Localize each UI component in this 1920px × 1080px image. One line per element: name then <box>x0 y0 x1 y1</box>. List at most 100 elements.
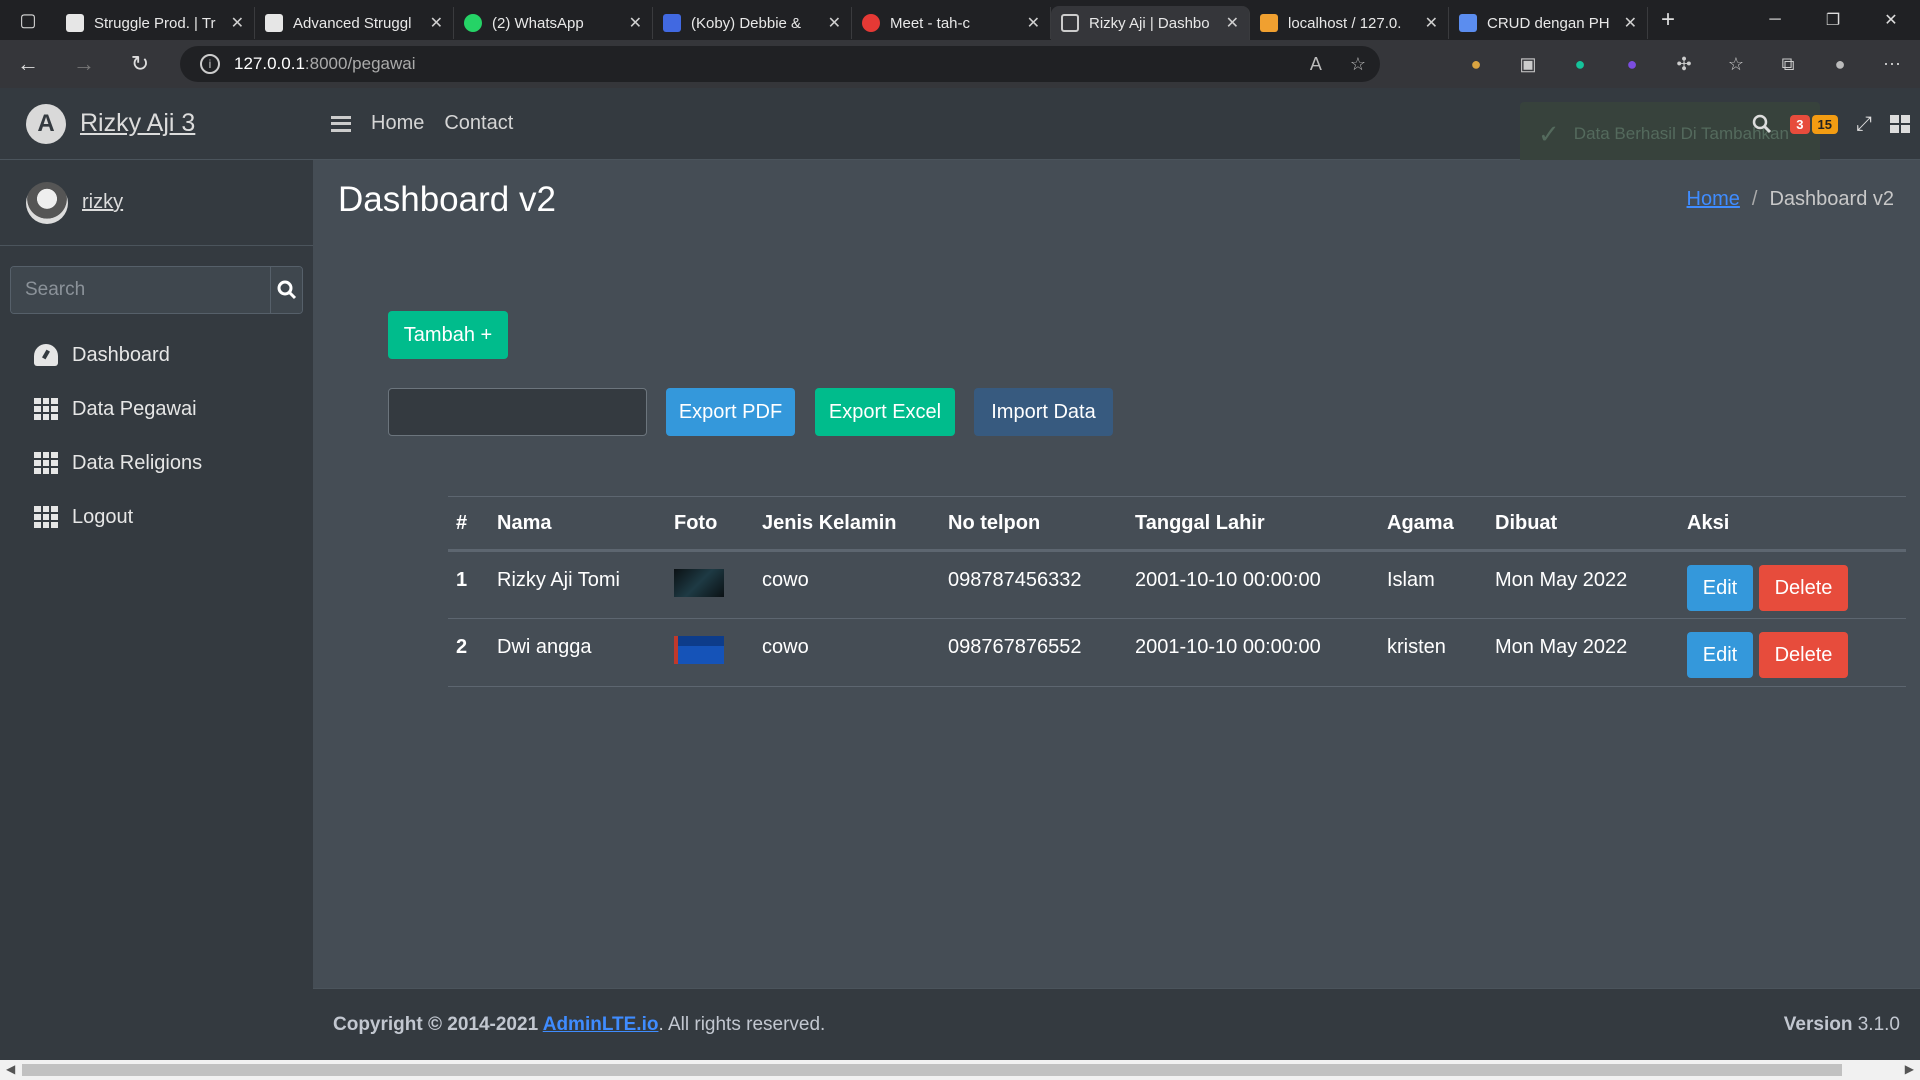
edit-button[interactable]: Edit <box>1687 632 1753 678</box>
close-icon[interactable]: ✕ <box>828 13 841 33</box>
browser-tab[interactable]: CRUD dengan PH ✕ <box>1449 7 1648 39</box>
employee-photo <box>674 636 724 664</box>
back-icon[interactable]: ← <box>0 51 56 77</box>
cell-dibuat: Mon May 2022 <box>1487 618 1679 687</box>
close-icon[interactable]: ✕ <box>629 13 642 33</box>
sidebar-item-data-pegawai[interactable]: Data Pegawai <box>0 382 313 436</box>
browser-tab[interactable]: localhost / 127.0. ✕ <box>1250 7 1449 39</box>
import-data-button[interactable]: Import Data <box>974 388 1113 436</box>
table-row: 2 Dwi angga cowo 098767876552 2001-10-10… <box>448 618 1906 687</box>
minimize-icon[interactable]: ─ <box>1746 0 1804 40</box>
import-file-input[interactable] <box>388 388 647 436</box>
column-header: Tanggal Lahir <box>1127 496 1379 552</box>
sidebar-search-input[interactable] <box>11 267 270 313</box>
browser-tab[interactable]: (2) WhatsApp ✕ <box>454 7 653 39</box>
export-excel-button[interactable]: Export Excel <box>815 388 955 436</box>
close-icon[interactable]: ✕ <box>1226 13 1239 33</box>
tab-favicon-icon <box>1260 14 1278 32</box>
horizontal-scrollbar[interactable]: ◀ ▶ <box>0 1060 1920 1080</box>
tab-title: (Koby) Debbie & <box>691 14 802 32</box>
url-path: :8000/pegawai <box>304 54 416 73</box>
browser-tab-active[interactable]: Rizky Aji | Dashbo ✕ <box>1051 6 1250 40</box>
browser-tab[interactable]: (Koby) Debbie & ✕ <box>653 7 852 39</box>
add-favorite-icon[interactable]: ☆ <box>1350 54 1366 75</box>
reload-icon[interactable]: ↻ <box>112 51 168 77</box>
restore-icon[interactable]: ❐ <box>1804 0 1862 40</box>
close-icon[interactable]: ✕ <box>430 13 443 33</box>
scroll-left-icon[interactable]: ◀ <box>6 1062 15 1076</box>
version-label: Version <box>1783 1013 1853 1035</box>
edit-button[interactable]: Edit <box>1687 565 1753 611</box>
collections-icon[interactable]: ⧉ <box>1774 50 1802 78</box>
close-icon[interactable]: ✕ <box>231 13 244 33</box>
cell-aksi: Edit Delete <box>1679 618 1906 687</box>
cell-foto <box>666 550 754 619</box>
cell-nama: Dwi angga <box>489 618 666 687</box>
cookie-extension-icon[interactable]: ● <box>1462 50 1490 78</box>
profile-avatar-icon[interactable]: ● <box>1826 50 1854 78</box>
sidebar-item-logout[interactable]: Logout <box>0 490 313 544</box>
sidebar-item-label: Data Pegawai <box>72 397 197 420</box>
extension-icon[interactable]: ▣ <box>1514 50 1542 78</box>
brand-link[interactable]: A Rizky Aji 3 <box>0 88 313 160</box>
more-menu-icon[interactable]: ⋯ <box>1878 50 1906 78</box>
footer-version: Version 3.1.0 <box>1784 1014 1900 1036</box>
top-navbar: Home Contact ✓ Data Berhasil Di Tambahka… <box>313 88 1920 166</box>
control-sidebar-icon[interactable] <box>1890 115 1910 133</box>
search-icon[interactable] <box>1752 114 1772 134</box>
close-icon[interactable]: ✕ <box>1624 13 1637 33</box>
browser-tab[interactable]: Struggle Prod. | Tr ✕ <box>56 7 255 39</box>
tab-actions-icon[interactable]: ▢ <box>0 0 56 40</box>
close-window-icon[interactable]: ✕ <box>1862 0 1920 40</box>
browser-tab[interactable]: Advanced Struggl ✕ <box>255 7 454 39</box>
tab-favicon-icon <box>1459 14 1477 32</box>
grammarly-icon[interactable]: ● <box>1566 50 1594 78</box>
close-icon[interactable]: ✕ <box>1027 13 1040 33</box>
new-tab-button[interactable]: + <box>1648 6 1688 34</box>
info-icon[interactable]: i <box>200 54 220 74</box>
user-name-link[interactable]: rizky <box>82 191 123 214</box>
export-pdf-button[interactable]: Export PDF <box>666 388 795 436</box>
pegawai-table: # Nama Foto Jenis Kelamin No telpon Tang… <box>448 496 1906 687</box>
nav-contact-link[interactable]: Contact <box>444 112 513 135</box>
favorites-icon[interactable]: ☆ <box>1722 50 1750 78</box>
delete-button[interactable]: Delete <box>1759 632 1848 678</box>
browser-tab[interactable]: Meet - tah-c ✕ <box>852 7 1051 39</box>
url-input[interactable]: i 127.0.0.1:8000/pegawai A ☆ <box>180 46 1380 82</box>
table-row: 1 Rizky Aji Tomi cowo 098787456332 2001-… <box>448 550 1906 619</box>
nav-home-link[interactable]: Home <box>371 112 424 135</box>
cell-jenis-kelamin: cowo <box>754 618 940 687</box>
tab-title: Rizky Aji | Dashbo <box>1089 14 1210 32</box>
sidebar-item-dashboard[interactable]: Dashboard <box>0 328 313 382</box>
cell-nama: Rizky Aji Tomi <box>489 550 666 619</box>
scroll-right-icon[interactable]: ▶ <box>1905 1062 1914 1076</box>
sidebar-item-data-religions[interactable]: Data Religions <box>0 436 313 490</box>
tab-title: CRUD dengan PH <box>1487 14 1610 32</box>
user-avatar <box>26 181 68 224</box>
notifications-badge[interactable]: 15 <box>1811 114 1838 134</box>
whatsapp-icon <box>464 14 482 32</box>
messages-badge[interactable]: 3 <box>1790 114 1810 134</box>
forward-icon[interactable]: → <box>56 51 112 77</box>
breadcrumb-home-link[interactable]: Home <box>1687 188 1740 210</box>
breadcrumb-current: Dashboard v2 <box>1769 188 1894 210</box>
hamburger-menu-icon[interactable] <box>331 115 351 132</box>
download-extension-icon[interactable]: ● <box>1618 50 1646 78</box>
tambah-button[interactable]: Tambah + <box>388 311 508 359</box>
footer-rights: . All rights reserved. <box>658 1013 826 1035</box>
sidebar-search-button[interactable] <box>270 267 302 313</box>
extensions-puzzle-icon[interactable]: ✣ <box>1670 50 1698 78</box>
fullscreen-icon[interactable]: ⤢ <box>1856 113 1872 136</box>
close-icon[interactable]: ✕ <box>1425 13 1438 33</box>
delete-button[interactable]: Delete <box>1759 565 1848 611</box>
brand-name[interactable]: Rizky Aji 3 <box>80 109 195 138</box>
cell-jenis-kelamin: cowo <box>754 550 940 619</box>
employee-photo <box>674 569 724 597</box>
tab-favicon-icon <box>265 14 283 32</box>
column-header: Dibuat <box>1487 496 1679 552</box>
tab-title: Struggle Prod. | Tr <box>94 14 216 32</box>
scrollbar-thumb[interactable] <box>22 1064 1842 1076</box>
adminlte-link[interactable]: AdminLTE.io <box>543 1014 659 1035</box>
read-aloud-icon[interactable]: A <box>1310 54 1322 75</box>
grid-icon <box>34 506 58 528</box>
